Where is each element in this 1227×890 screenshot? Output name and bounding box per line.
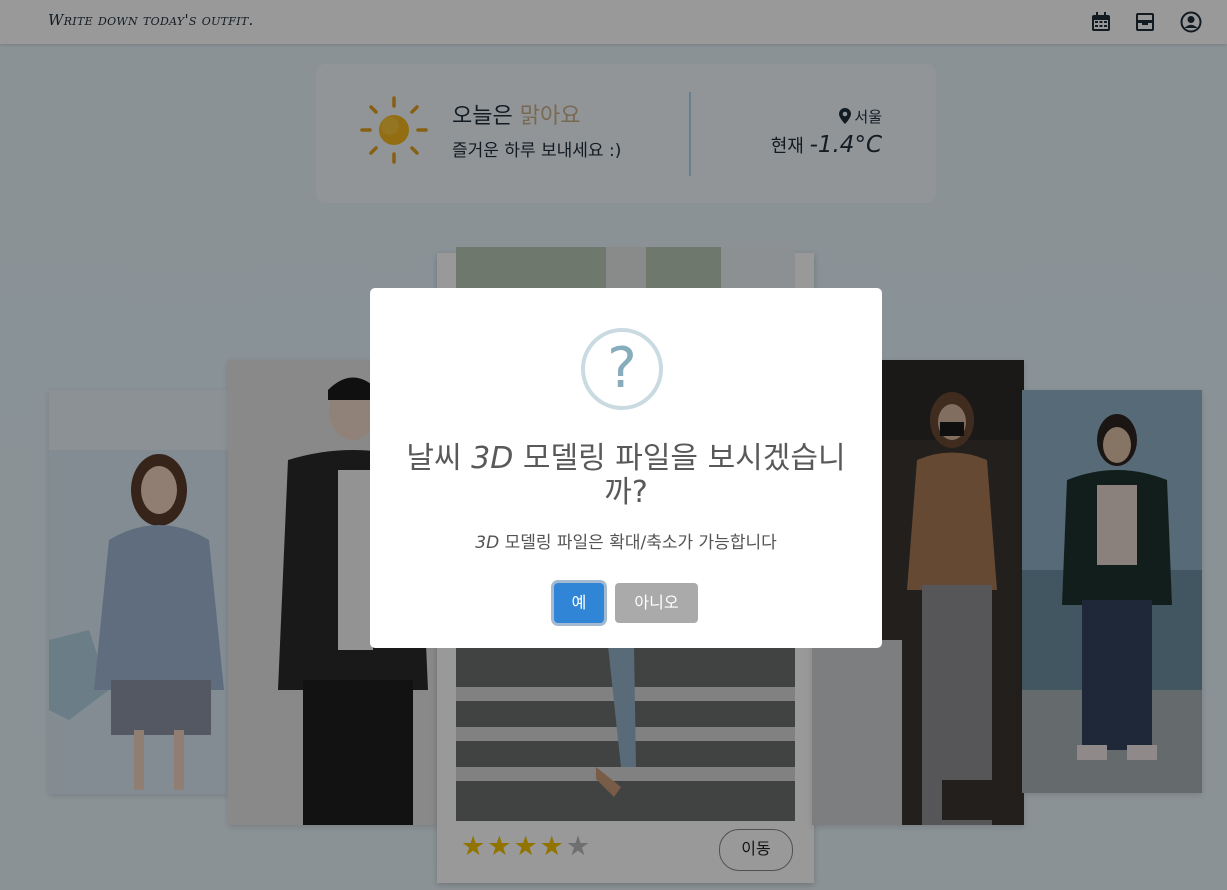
confirm-dialog: ? 날씨 3D 모델링 파일을 보시겠습니까? 3D 모델링 파일은 확대/축소… bbox=[370, 288, 882, 648]
question-icon: ? bbox=[581, 328, 663, 410]
cancel-button[interactable]: 아니오 bbox=[615, 583, 698, 623]
dialog-title: 날씨 3D 모델링 파일을 보시겠습니까? bbox=[400, 442, 852, 510]
confirm-button[interactable]: 예 bbox=[554, 583, 604, 623]
dialog-title-part1: 날씨 bbox=[406, 441, 462, 476]
dialog-message-text: 모델링 파일은 확대/축소가 가능합니다 bbox=[504, 533, 777, 553]
dialog-title-part2: 모델링 파일을 보시겠습니까? bbox=[522, 441, 846, 510]
dialog-message: 3D 모델링 파일은 확대/축소가 가능합니다 bbox=[370, 528, 882, 553]
dialog-message-3d: 3D bbox=[475, 533, 500, 553]
dialog-title-3d: 3D bbox=[471, 441, 514, 476]
